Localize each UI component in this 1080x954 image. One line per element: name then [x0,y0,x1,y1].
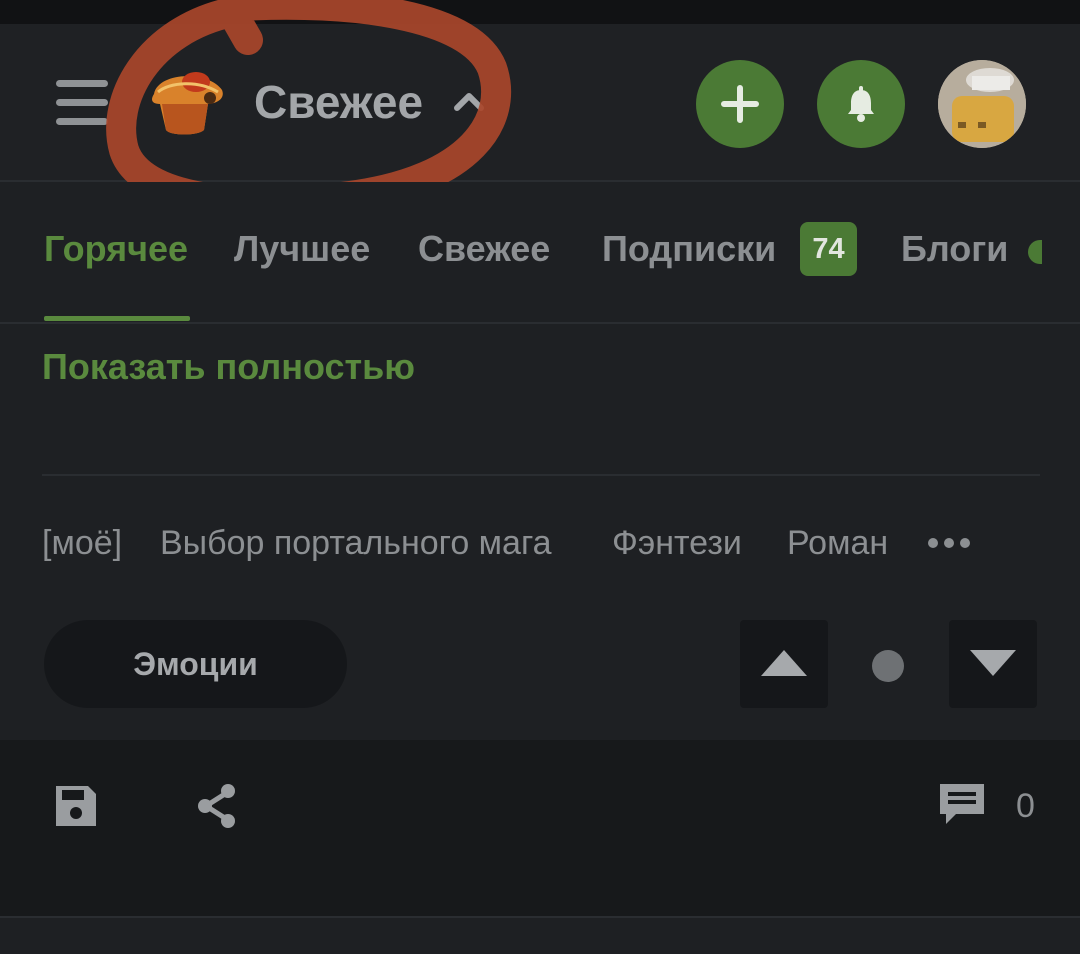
muffin-logo-icon[interactable] [148,64,228,136]
notifications-button[interactable] [817,60,905,148]
tag-item[interactable]: [моё] [42,520,122,566]
tab-blogs[interactable]: Блоги [901,226,1008,272]
tab-fresh[interactable]: Свежее [418,226,550,272]
subscriptions-count-badge: 74 [800,222,857,276]
post-footer [0,740,1080,916]
add-post-button[interactable] [696,60,784,148]
active-tab-indicator [44,316,190,321]
app-header: Свежее [0,24,1080,182]
plus-icon [721,85,759,123]
next-post-area [0,918,1080,954]
avatar[interactable] [938,60,1026,148]
post-tags: [моё] Выбор портального мага Фэнтези Ром… [0,520,1080,566]
feed-tabs: Горячее Лучшее Свежее Подписки 74 Блоги [0,182,1080,324]
bell-icon [848,86,874,122]
status-bar [0,0,1080,24]
show-full-link[interactable]: Показать полностью [42,344,415,390]
tab-best[interactable]: Лучшее [234,226,370,272]
triangle-down-icon [970,650,1016,676]
hamburger-menu-icon[interactable] [56,80,108,126]
tag-item[interactable]: Роман [787,520,888,566]
emotions-button[interactable]: Эмоции [44,620,347,708]
comment-icon[interactable] [936,780,988,830]
tag-item[interactable]: Фэнтези [612,520,742,566]
more-dots-icon[interactable] [928,538,972,550]
triangle-up-icon [761,650,807,676]
share-icon[interactable] [194,782,240,830]
feed-selector-title[interactable]: Свежее [254,74,423,130]
tag-item[interactable]: Выбор портального мага [160,520,552,566]
rating-indicator [872,650,904,682]
chevron-up-icon[interactable] [452,88,486,114]
downvote-button[interactable] [949,620,1037,708]
blogs-badge-edge [1028,240,1042,264]
save-icon[interactable] [52,782,100,830]
tab-subscriptions[interactable]: Подписки [602,226,776,272]
tab-hot[interactable]: Горячее [44,226,188,272]
upvote-button[interactable] [740,620,828,708]
comments-count: 0 [1016,787,1035,825]
divider [42,474,1040,476]
